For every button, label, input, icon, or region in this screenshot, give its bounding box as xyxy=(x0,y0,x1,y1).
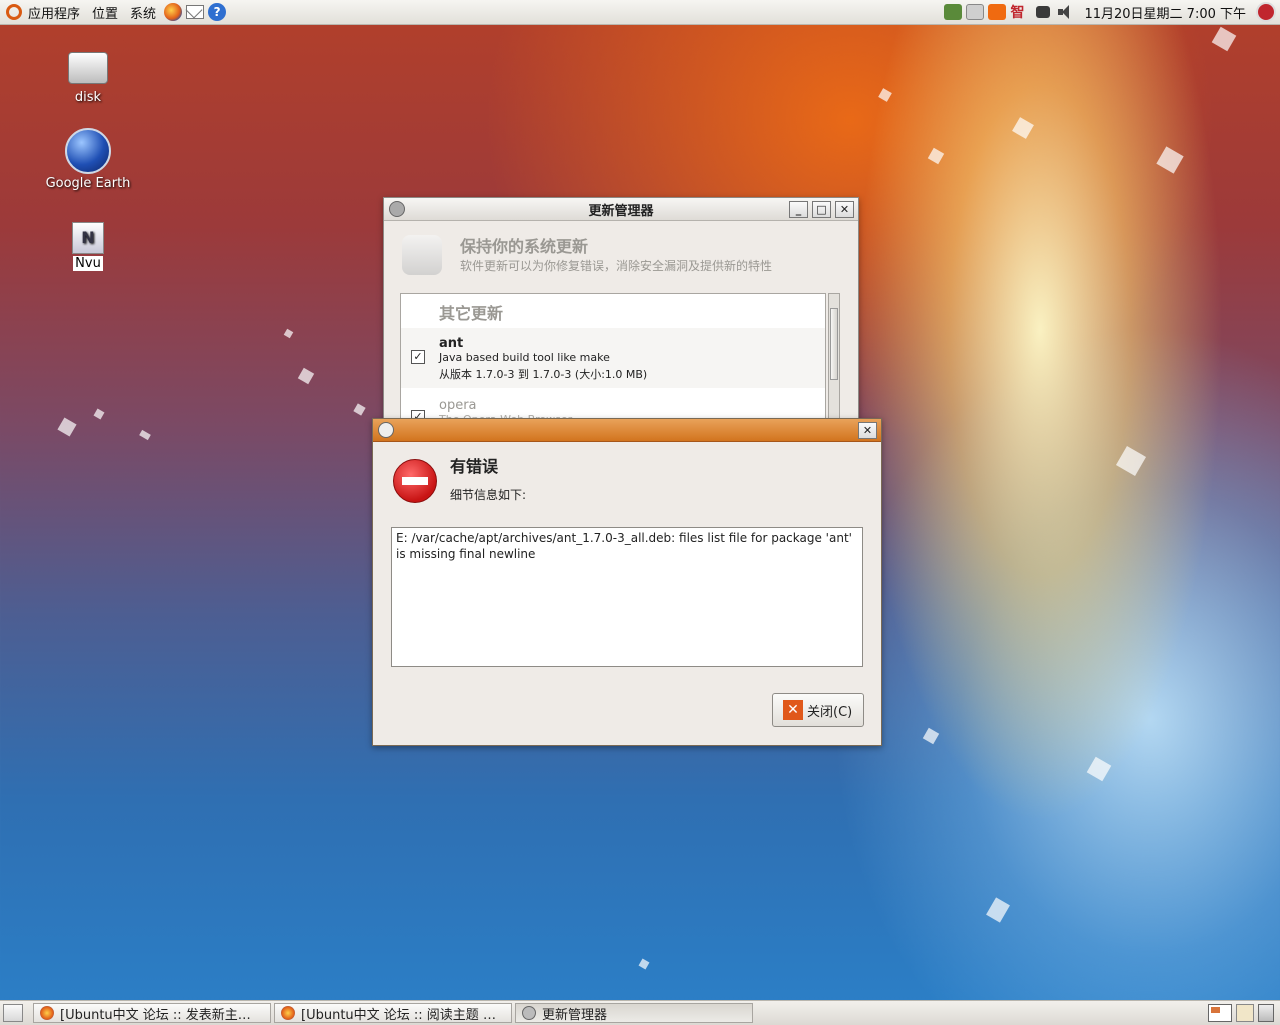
update-manager-header-title: 保持你的系统更新 xyxy=(460,237,589,256)
desktop-icon-label: Google Earth xyxy=(45,176,131,191)
shutdown-icon[interactable] xyxy=(1256,2,1276,22)
update-manager-titlebar[interactable]: 更新管理器 _ □ ✕ xyxy=(384,198,858,221)
applications-menu[interactable]: 应用程序 xyxy=(0,0,86,24)
printer-icon[interactable] xyxy=(966,4,985,20)
error-stop-icon xyxy=(393,459,437,503)
hard-disk-icon xyxy=(68,52,108,84)
error-heading: 有错误 xyxy=(450,457,499,476)
taskbar-item-update-manager[interactable]: 更新管理器 xyxy=(515,1003,753,1023)
taskbar-item-label: 更新管理器 xyxy=(542,1007,608,1023)
applications-menu-label: 应用程序 xyxy=(28,6,81,22)
help-launcher-icon[interactable]: ? xyxy=(208,3,227,21)
clock[interactable]: 11月20日星期二 7:00 下午 xyxy=(1084,3,1246,22)
firefox-icon xyxy=(281,1006,295,1020)
taskbar-item-label: [Ubuntu中文 论坛 :: 阅读主题 … xyxy=(301,1007,496,1023)
update-manager-icon xyxy=(522,1006,536,1020)
update-manager-title: 更新管理器 xyxy=(588,203,654,219)
error-dialog-titlebar[interactable]: ✕ xyxy=(373,419,881,442)
places-menu[interactable]: 位置 xyxy=(86,0,124,24)
error-subheading: 细节信息如下: xyxy=(450,488,527,502)
desktop-icon-label: Nvu xyxy=(73,256,103,271)
package-name: opera xyxy=(439,398,477,413)
bottom-panel: [Ubuntu中文 论坛 :: 发表新主… [Ubuntu中文 论坛 :: 阅读… xyxy=(0,1000,1280,1025)
network-icon[interactable] xyxy=(1036,6,1051,18)
taskbar-item-label: [Ubuntu中文 论坛 :: 发表新主… xyxy=(60,1007,251,1023)
input-method-label[interactable]: 智 xyxy=(1010,2,1024,22)
update-checkbox-ant[interactable]: ✓ xyxy=(411,350,425,364)
update-manager-header: 保持你的系统更新 软件更新可以为你修复错误，消除安全漏洞及提供新的特性 xyxy=(384,221,858,291)
trash-icon[interactable] xyxy=(1258,1004,1274,1022)
globe-icon xyxy=(65,128,111,174)
show-desktop-button[interactable] xyxy=(3,1004,23,1022)
update-manager-window: 更新管理器 _ □ ✕ 保持你的系统更新 软件更新可以为你修复错误，消除安全漏洞… xyxy=(383,197,859,439)
desktop-icon-disk[interactable]: disk xyxy=(38,52,138,105)
system-menu[interactable]: 系统 xyxy=(124,0,162,24)
error-dialog: ✕ 有错误 细节信息如下: E: /var/cache/apt/archives… xyxy=(372,418,882,746)
update-manager-header-subtitle: 软件更新可以为你修复错误，消除安全漏洞及提供新的特性 xyxy=(460,259,773,273)
update-row-ant[interactable]: ✓ ant Java based build tool like make 从版… xyxy=(401,328,825,388)
desktop-icon-label: disk xyxy=(74,90,102,105)
package-version: 从版本 1.7.0-3 到 1.7.0-3 (大小:1.0 MB) xyxy=(439,368,648,381)
volume-icon[interactable] xyxy=(1058,5,1074,19)
error-details-text: E: /var/cache/apt/archives/ant_1.7.0-3_a… xyxy=(396,531,852,561)
workspace-switcher[interactable] xyxy=(1208,1004,1232,1022)
workspace-switcher-2[interactable] xyxy=(1236,1004,1254,1022)
update-notifier-icon[interactable] xyxy=(944,4,963,20)
places-menu-label: 位置 xyxy=(92,6,119,22)
close-x-icon: ✕ xyxy=(783,700,803,720)
system-menu-label: 系统 xyxy=(130,6,157,22)
error-dialog-close-button[interactable]: ✕ xyxy=(858,421,877,439)
close-button-label: 关闭(C) xyxy=(807,704,853,720)
input-method-icon[interactable] xyxy=(988,4,1007,20)
system-tray: 智 11月20日星期二 7:00 下午 xyxy=(944,0,1280,24)
desktop-icon-nvu[interactable]: N Nvu xyxy=(38,222,138,271)
nvu-icon: N xyxy=(72,222,104,254)
error-dialog-window-icon xyxy=(378,422,394,438)
top-panel: 应用程序 位置 系统 ? 智 11月20日星期二 7:00 下午 xyxy=(0,0,1280,25)
firefox-launcher-icon[interactable] xyxy=(164,3,183,21)
mail-launcher-icon[interactable] xyxy=(185,1,205,19)
firefox-icon xyxy=(40,1006,54,1020)
package-name: ant xyxy=(439,336,464,351)
desktop-icon-google-earth[interactable]: Google Earth xyxy=(38,128,138,191)
package-description: Java based build tool like make xyxy=(439,351,610,364)
close-button[interactable]: ✕ 关闭(C) xyxy=(772,693,864,727)
taskbar-item-forum-post[interactable]: [Ubuntu中文 论坛 :: 发表新主… xyxy=(33,1003,271,1023)
error-details-textview[interactable]: E: /var/cache/apt/archives/ant_1.7.0-3_a… xyxy=(391,527,863,667)
software-update-icon xyxy=(402,235,442,275)
taskbar-item-forum-topic[interactable]: [Ubuntu中文 论坛 :: 阅读主题 … xyxy=(274,1003,512,1023)
updates-section-title: 其它更新 xyxy=(439,304,504,323)
ubuntu-logo-icon xyxy=(6,4,22,20)
